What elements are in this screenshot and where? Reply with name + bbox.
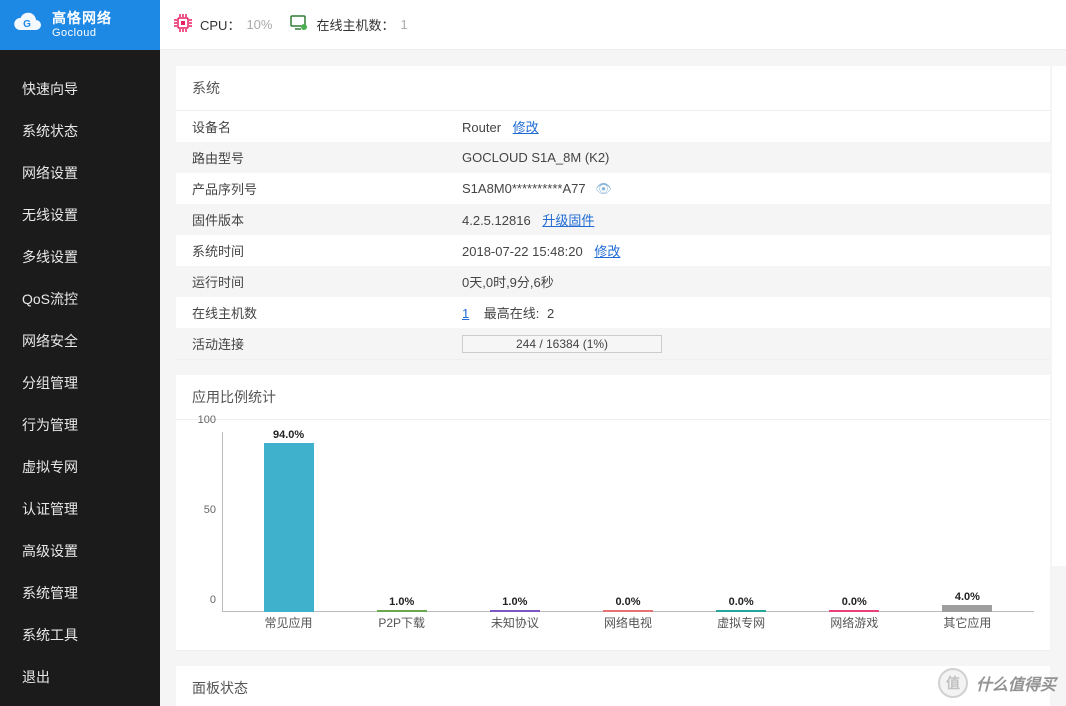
systime-label: 系统时间 xyxy=(176,235,446,266)
watermark: 值 什么值得买 xyxy=(938,668,1056,698)
bar-rect xyxy=(377,610,427,612)
model-label: 路由型号 xyxy=(176,142,446,173)
brand-logo: G 高恪网络 Gocloud xyxy=(0,0,160,50)
sidebar: G 高恪网络 Gocloud 快速向导系统状态网络设置无线设置多线设置QoS流控… xyxy=(0,0,160,706)
system-info-table: 设备名 Router 修改 路由型号 GOCLOUD S1A_8M (K2) 产… xyxy=(176,111,1050,359)
bar-value-label: 1.0% xyxy=(502,596,527,608)
sidebar-item-2[interactable]: 网络设置 xyxy=(0,152,160,194)
cpu-icon xyxy=(174,14,192,35)
sidebar-item-4[interactable]: 多线设置 xyxy=(0,236,160,278)
sidebar-item-14[interactable]: 退出 xyxy=(0,656,160,698)
cpu-label: CPU： xyxy=(200,15,240,34)
device-name-value: Router xyxy=(462,120,501,135)
bar-value-label: 4.0% xyxy=(955,591,980,603)
firmware-label: 固件版本 xyxy=(176,204,446,235)
sidebar-item-6[interactable]: 网络安全 xyxy=(0,320,160,362)
sidebar-item-7[interactable]: 分组管理 xyxy=(0,362,160,404)
sidebar-item-5[interactable]: QoS流控 xyxy=(0,278,160,320)
brand-name-cn: 高恪网络 xyxy=(52,11,112,26)
category-label: 网络游戏 xyxy=(824,614,884,632)
app-stats-panel: 应用比例统计 0 50 100 94.0% 1.0% 1.0% 0.0% 0.0% 0.0% 4… xyxy=(176,375,1050,650)
bar-4: 0.0% xyxy=(711,596,771,612)
cloud-icon: G xyxy=(12,11,44,40)
sidebar-item-13[interactable]: 系统工具 xyxy=(0,614,160,656)
y-tick: 50 xyxy=(204,504,216,516)
firmware-value: 4.2.5.12816 xyxy=(462,213,531,228)
monitor-icon xyxy=(290,14,308,35)
serial-label: 产品序列号 xyxy=(176,173,446,204)
sidebar-item-1[interactable]: 系统状态 xyxy=(0,110,160,152)
online-max-label: 最高在线: xyxy=(484,306,540,321)
right-panel-peek xyxy=(1052,66,1066,566)
sidebar-item-12[interactable]: 系统管理 xyxy=(0,572,160,614)
system-panel: 系统 设备名 Router 修改 路由型号 GOCLOUD S1A_8M (K2… xyxy=(176,66,1050,359)
sidebar-item-9[interactable]: 虚拟专网 xyxy=(0,446,160,488)
online-hosts-value: 1 xyxy=(401,17,408,32)
connections-value: 244 / 16384 (1%) xyxy=(516,337,608,351)
bar-rect xyxy=(603,610,653,612)
bar-value-label: 0.0% xyxy=(842,596,867,608)
bar-1: 1.0% xyxy=(372,596,432,612)
uptime-value: 0天,0时,9分,6秒 xyxy=(446,266,1050,297)
sidebar-item-0[interactable]: 快速向导 xyxy=(0,68,160,110)
bar-rect xyxy=(942,605,992,612)
category-label: 网络电视 xyxy=(598,614,658,632)
app-stats-chart: 050100 94.0%1.0%1.0%0.0%0.0%0.0%4.0% 常见应… xyxy=(222,432,1034,632)
firmware-upgrade-link[interactable]: 升级固件 xyxy=(542,213,594,228)
y-tick: 0 xyxy=(210,594,216,606)
model-value: GOCLOUD S1A_8M (K2) xyxy=(446,142,1050,173)
watermark-text: 什么值得买 xyxy=(976,671,1056,695)
sidebar-item-8[interactable]: 行为管理 xyxy=(0,404,160,446)
topbar: CPU： 10% 在线主机数： 1 xyxy=(160,0,1066,50)
cpu-value: 10% xyxy=(246,17,272,32)
sidebar-item-11[interactable]: 高级设置 xyxy=(0,530,160,572)
bar-6: 4.0% xyxy=(937,591,997,612)
bar-value-label: 94.0% xyxy=(273,429,304,441)
device-name-edit-link[interactable]: 修改 xyxy=(513,120,539,135)
bar-rect xyxy=(264,443,314,612)
bar-0: 94.0% xyxy=(259,429,319,612)
category-label: 常见应用 xyxy=(259,614,319,632)
sidebar-item-10[interactable]: 认证管理 xyxy=(0,488,160,530)
bar-value-label: 0.0% xyxy=(615,596,640,608)
category-label: 其它应用 xyxy=(937,614,997,632)
bar-value-label: 1.0% xyxy=(389,596,414,608)
sidebar-nav: 快速向导系统状态网络设置无线设置多线设置QoS流控网络安全分组管理行为管理虚拟专… xyxy=(0,50,160,698)
systime-value: 2018-07-22 15:48:20 xyxy=(462,244,583,259)
bar-3: 0.0% xyxy=(598,596,658,612)
online-max-value: 2 xyxy=(547,306,554,321)
online-hosts-row-label: 在线主机数 xyxy=(176,297,446,328)
bar-5: 0.0% xyxy=(824,596,884,612)
connections-progress: 244 / 16384 (1%) xyxy=(462,335,662,353)
bar-rect xyxy=(490,610,540,612)
bar-2: 1.0% xyxy=(485,596,545,612)
main-content: 系统 设备名 Router 修改 路由型号 GOCLOUD S1A_8M (K2… xyxy=(160,50,1066,706)
online-hosts-count-link[interactable]: 1 xyxy=(462,306,469,321)
app-stats-title: 应用比例统计 xyxy=(176,375,1050,420)
serial-value: S1A8M0**********A77 xyxy=(462,181,586,196)
online-hosts-label: 在线主机数： xyxy=(316,15,394,34)
category-label: 虚拟专网 xyxy=(711,614,771,632)
bar-value-label: 0.0% xyxy=(729,596,754,608)
svg-text:G: G xyxy=(23,19,31,30)
brand-name-en: Gocloud xyxy=(52,27,112,39)
category-label: 未知协议 xyxy=(485,614,545,632)
watermark-badge-icon: 值 xyxy=(938,668,968,698)
system-panel-title: 系统 xyxy=(176,66,1050,111)
category-label: P2P下载 xyxy=(372,614,432,632)
panel-status-title: 面板状态 xyxy=(176,666,1050,706)
uptime-label: 运行时间 xyxy=(176,266,446,297)
reveal-serial-icon[interactable]: 👁 xyxy=(595,181,612,196)
bar-rect xyxy=(829,610,879,612)
device-name-label: 设备名 xyxy=(176,111,446,142)
systime-edit-link[interactable]: 修改 xyxy=(594,244,620,259)
panel-status-panel: 面板状态 xyxy=(176,666,1050,706)
y-tick: 100 xyxy=(198,414,216,426)
bar-rect xyxy=(716,610,766,612)
connections-label: 活动连接 xyxy=(176,328,446,359)
sidebar-item-3[interactable]: 无线设置 xyxy=(0,194,160,236)
